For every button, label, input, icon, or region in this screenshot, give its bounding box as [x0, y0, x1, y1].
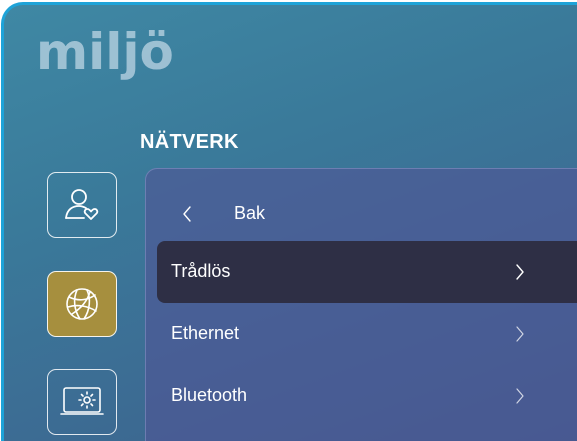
back-label: Bak — [234, 203, 266, 223]
network-menu-panel: Bak Trådlös Ethernet Bluetooth — [145, 168, 577, 441]
sidebar-item-user[interactable] — [47, 172, 117, 238]
menu-item-wireless[interactable]: Trådlös — [157, 241, 577, 303]
settings-window: miljö NÄTVERK Bak Trådlös Ethernet Bluet… — [1, 2, 577, 441]
back-button[interactable]: Bak — [146, 191, 577, 237]
globe-icon — [66, 288, 98, 320]
sidebar-item-network[interactable] — [47, 271, 117, 337]
user-heart-icon — [65, 189, 99, 220]
menu-item-label: Trådlös — [171, 261, 231, 281]
menu-item-bluetooth[interactable]: Bluetooth — [157, 365, 577, 427]
section-heading: NÄTVERK — [140, 131, 239, 153]
chevron-right-icon — [516, 388, 524, 404]
menu-item-label: Bluetooth — [171, 385, 248, 405]
menu-item-label: Ethernet — [171, 323, 240, 343]
display-settings-icon — [60, 387, 104, 415]
chevron-left-icon — [183, 206, 191, 222]
chevron-right-icon — [516, 326, 524, 342]
chevron-right-icon — [516, 264, 524, 280]
menu-item-ethernet[interactable]: Ethernet — [157, 303, 577, 365]
sidebar-item-system[interactable] — [47, 369, 117, 435]
app-title: miljö — [36, 23, 174, 81]
